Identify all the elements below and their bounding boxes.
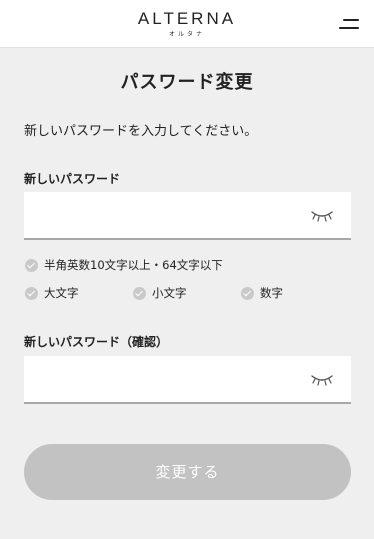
check-circle-icon: [25, 286, 38, 300]
new-password-field-container: [24, 192, 351, 240]
eye-closed-icon[interactable]: [310, 372, 334, 386]
check-circle-icon: [133, 286, 146, 300]
logo[interactable]: ALTERNA オルタナ: [0, 10, 374, 40]
check-circle-icon: [241, 286, 254, 300]
confirm-password-input[interactable]: [24, 356, 304, 402]
rule-lowercase: 小文字: [133, 285, 187, 301]
eye-closed-icon[interactable]: [310, 208, 334, 222]
rule-uppercase: 大文字: [25, 285, 79, 301]
hamburger-menu-icon[interactable]: [339, 17, 359, 31]
rule-lowercase-text: 小文字: [152, 286, 187, 300]
rule-length-text: 半角英数10文字以上・64文字以下: [44, 258, 223, 272]
rule-length: 半角英数10文字以上・64文字以下: [25, 257, 223, 273]
rule-digit-text: 数字: [260, 286, 283, 300]
check-circle-icon: [25, 258, 38, 272]
logo-subtext: オルタナ: [168, 31, 205, 38]
rule-uppercase-text: 大文字: [44, 286, 79, 300]
page-title: パスワード変更: [120, 72, 254, 93]
new-password-label: 新しいパスワード: [24, 172, 121, 186]
confirm-password-field-container: [24, 356, 351, 404]
header: ALTERNA オルタナ: [0, 0, 374, 48]
instruction-text: 新しいパスワードを入力してください。: [24, 124, 258, 139]
rule-digit: 数字: [241, 285, 283, 301]
submit-button[interactable]: 変更する: [24, 444, 351, 500]
new-password-input[interactable]: [24, 192, 304, 238]
logo-text: ALTERNA: [137, 9, 237, 28]
confirm-password-label: 新しいパスワード（確認）: [24, 335, 169, 349]
